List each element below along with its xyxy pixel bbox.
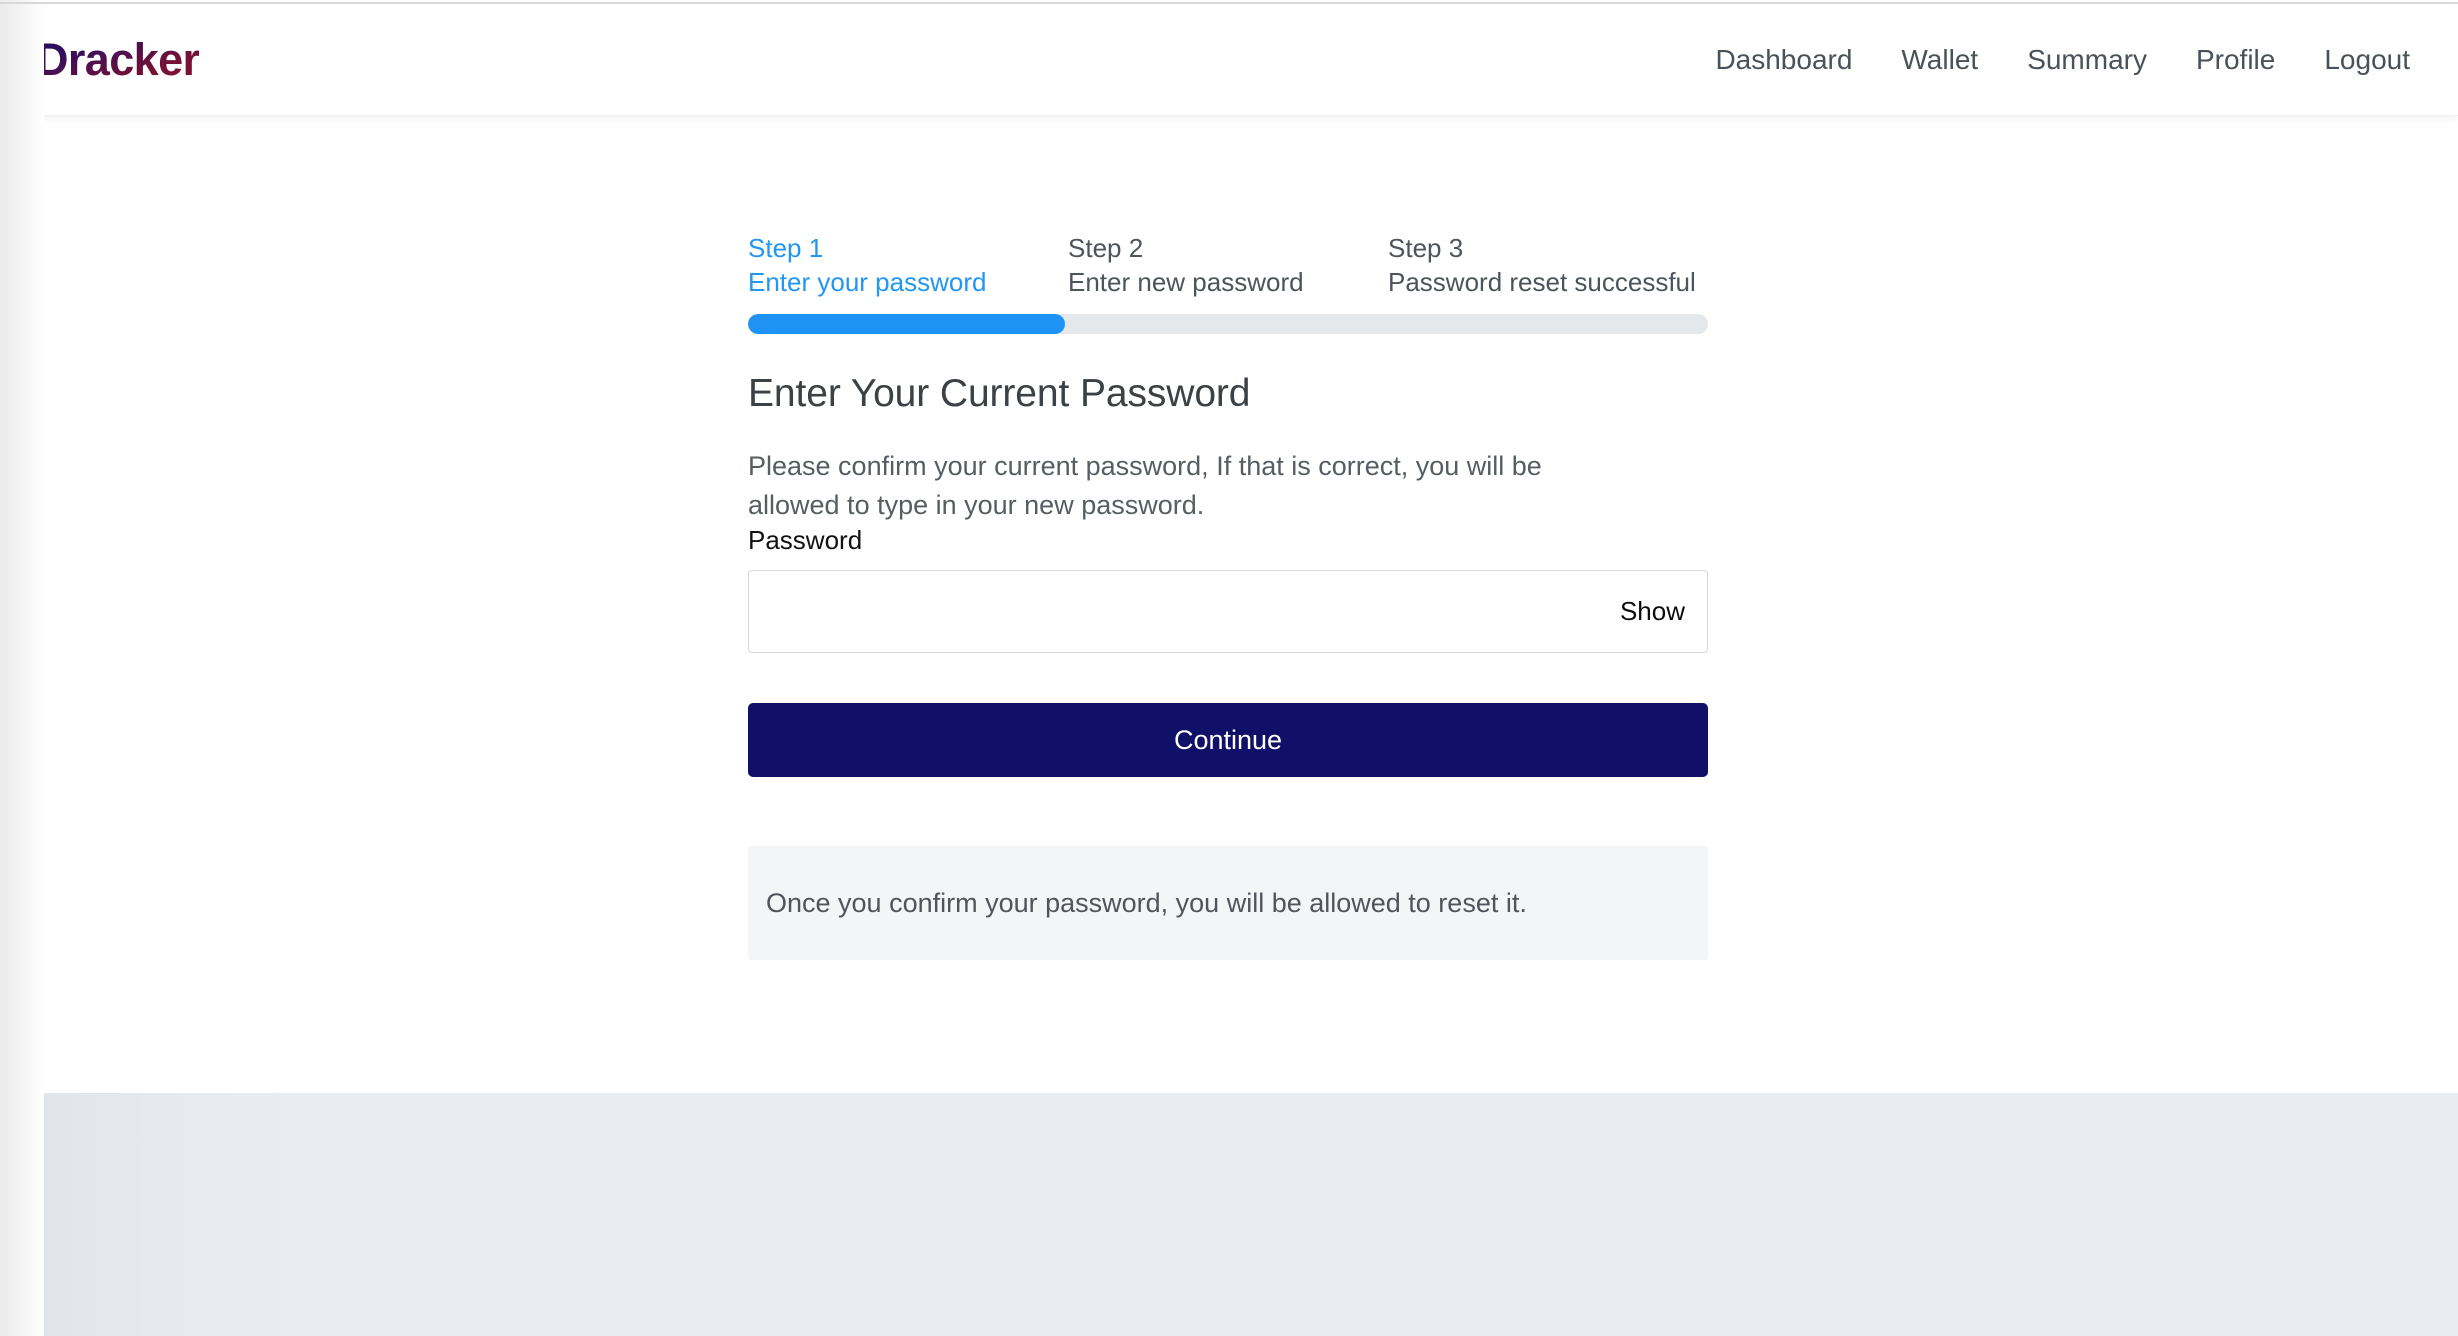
wizard-step-1-subtitle: Enter your password — [748, 267, 987, 298]
page-title: Enter Your Current Password — [748, 371, 1251, 415]
wizard-step-1-title: Step 1 — [748, 233, 824, 263]
wizard-step-3-subtitle: Password reset successful — [1388, 267, 1696, 298]
wizard-step-1[interactable]: Step 1 Enter your password — [748, 231, 1068, 300]
footer-band-shade — [0, 1093, 300, 1336]
nav-link-summary[interactable]: Summary — [2027, 45, 2147, 74]
footer-band — [0, 1093, 2458, 1336]
brand-logo[interactable]: Dracker — [36, 34, 200, 86]
form-description: Please confirm your current password, If… — [748, 450, 1542, 521]
continue-button[interactable]: Continue — [748, 703, 1708, 778]
site-header: Dracker Dashboard Wallet Summary Profile… — [0, 4, 2458, 116]
nav-link-profile[interactable]: Profile — [2196, 45, 2275, 74]
wizard-steps: Step 1 Enter your password Step 2 Enter … — [748, 231, 1708, 300]
nav-link-logout[interactable]: Logout — [2324, 45, 2410, 74]
main-nav: Dashboard Wallet Summary Profile Logout — [1715, 45, 2410, 74]
wizard-progress-track — [748, 313, 1708, 334]
wizard-step-3[interactable]: Step 3 Password reset successful — [1388, 231, 1708, 300]
info-box: Once you confirm your password, you will… — [748, 846, 1708, 961]
info-box-text: Once you confirm your password, you will… — [766, 887, 1527, 918]
wizard-step-3-title: Step 3 — [1388, 233, 1464, 263]
wizard-step-2-title: Step 2 — [1068, 233, 1144, 263]
page-root: Dracker Dashboard Wallet Summary Profile… — [0, 0, 2458, 1336]
password-field-label: Password — [748, 525, 863, 556]
wizard-step-2-subtitle: Enter new password — [1068, 267, 1304, 298]
top-rule — [0, 2, 2458, 4]
show-password-toggle[interactable]: Show — [1610, 596, 1707, 627]
wizard-step-2[interactable]: Step 2 Enter new password — [1068, 231, 1388, 300]
password-input-wrapper[interactable]: Show — [748, 570, 1708, 654]
nav-link-dashboard[interactable]: Dashboard — [1715, 45, 1852, 74]
wizard-progress-fill — [748, 313, 1065, 334]
nav-link-wallet[interactable]: Wallet — [1901, 45, 1978, 74]
reset-password-content: Step 1 Enter your password Step 2 Enter … — [748, 116, 1708, 961]
